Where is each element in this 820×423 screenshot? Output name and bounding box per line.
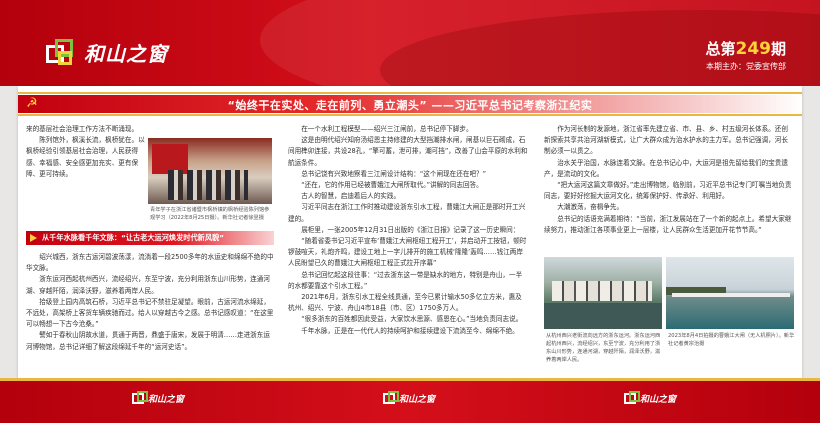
paragraph: “把大运河这篇文章做好。”走出博物馆，临别前，习近平总书记专门叮嘱当地负责同志，…	[544, 181, 792, 201]
photo-museum-visit	[148, 138, 272, 204]
paragraph: “随着省委书记习近平宣布‘曹娥江大闸枢纽工程开工’，并启动开工按钮，顿时锣鼓喧天…	[288, 237, 527, 268]
article-title-bar: ☭ “始终干在实处、走在前列、勇立潮头” ——习近平总书记考察浙江纪实	[18, 92, 802, 116]
logo-mark-icon	[46, 38, 76, 67]
paragraph: 总书记饶有兴致地察看三江闸设计结构：“这个闸现在还在吧？”	[301, 169, 487, 178]
paragraph: “很多浙东的百姓都因此受益，大家饮水思源、感恩在心。”当地负责同志说。	[301, 315, 523, 324]
paragraph: 大潮激荡，奋楫争先。	[557, 203, 624, 212]
paragraph: 习近平同志在浙江工作时推动建设浙东引水工程，曹娥江大闸正是那时开工兴建的。	[288, 203, 526, 223]
paragraph: 绍兴城西，浙东古运河碧波荡漾，流淌着一段2500多年的水运史和绵绵不绝的中华文脉…	[26, 253, 274, 273]
paragraph: 展柜里，一张2005年12月31日出版的《浙江日报》记录了这一历史瞬间：	[301, 225, 520, 234]
paragraph: 古人的智慧，启迪着后人的实践。	[301, 192, 401, 201]
issue-number-value: 249	[735, 39, 771, 59]
column-1-top: 来的基层社会治理工作方法不断涌现。 陈列馆外，枫溪长流，枫桥犹在。以枫桥经验引领…	[26, 124, 146, 180]
logo-text: 和山之窗	[84, 42, 168, 66]
article-title: “始终干在实处、走在前列、勇立潮头” ——习近平总书记考察浙江纪实	[227, 99, 593, 112]
paragraph: 拾级登上园内高筑石桥，习近平总书记不禁驻足凝望。眼前，古运河流水绵延，不远处，高…	[26, 297, 274, 329]
logo-mark-icon	[624, 391, 640, 404]
paragraph: 譬如于春秋山阴故水道，贯通于两晋，鼎盛于唐宋，发展于明清……走进浙东运河博物馆，…	[26, 331, 270, 351]
column-2: 在一个水利工程模型——绍兴三江闸前，总书记停下脚步。 这是由明代绍兴知府汤绍恩主…	[288, 124, 528, 337]
issue-number: 总第249期	[705, 39, 786, 59]
photo-caoe-river-dam	[666, 257, 794, 329]
logo-mark-icon	[132, 391, 148, 404]
footer-logo: 和山之窗	[383, 391, 435, 405]
issue-host: 本期主办：党委宣传部	[706, 62, 786, 71]
paragraph: 浙东运河西起杭州西兴，流经绍兴，东至宁波，充分利用浙东山川形势，连通河湖、穿越阡…	[26, 275, 270, 295]
column-1-bottom: 绍兴城西，浙东古运河碧波荡漾，流淌着一段2500多年的水运史和绵绵不绝的中华文脉…	[26, 252, 274, 353]
column-3: 作为河长制的发源地，浙江省率先建立省、市、县、乡、村五级河长体系。还创新探索共享…	[544, 124, 794, 236]
paragraph: 来的基层社会治理工作方法不断涌现。	[26, 125, 139, 133]
footer-logo: 和山之窗	[624, 391, 676, 405]
footer-logo: 和山之窗	[132, 391, 184, 405]
issue-info: 总第249期 本期主办：党委宣传部	[705, 38, 786, 72]
paragraph: 总书记回忆起这段往事：“过去浙东这一带是缺水的地方，特别是舟山，一半的水都要靠这…	[288, 270, 523, 290]
photo-canal-old-street	[544, 257, 662, 329]
site-logo[interactable]: 和山之窗	[46, 38, 168, 67]
triangle-bullet-icon	[30, 234, 37, 242]
header-band: 和山之窗 总第249期 本期主办：党委宣传部	[0, 0, 820, 86]
paragraph: “还在，它的作用已经被曹娥江大闸所取代。”讲解的同志回答。	[301, 181, 483, 190]
paragraph: 治水关乎治国，水脉连着文脉。在总书记心中，大运河是祖先留给我们的宝贵遗产，是流动…	[544, 158, 788, 178]
photo-caption: 2023年8月4日拍摄的曹娥江大闸（无人机照片）。新华社记者黄宗治摄	[668, 333, 795, 347]
paragraph: 千年水脉，正是在一代代人的持续呵护和接续建设下流淌至今、绵绵不绝。	[301, 326, 519, 335]
paragraph: 总书记的话语充满着期待：“当前，浙江发展站在了一个新的起点上。希望大家继续努力，…	[544, 214, 792, 234]
paragraph: 在一个水利工程模型——绍兴三江闸前，总书记停下脚步。	[301, 125, 473, 133]
article-board: ☭ “始终干在实处、走在前列、勇立潮头” ——习近平总书记考察浙江纪实 来的基层…	[18, 86, 802, 378]
paragraph: 作为河长制的发源地，浙江省率先建立省、市、县、乡、村五级河长体系。还创新探索共享…	[544, 125, 788, 156]
paragraph: 2021年6月，浙东引水工程全线贯通，至今已累计输水50多亿立方米，惠及杭州、绍…	[288, 293, 522, 313]
paragraph: 陈列馆外，枫溪长流，枫桥犹在。以枫桥经验引领基层社会治理，人民获得感、幸福感、安…	[26, 136, 145, 178]
section-subheading: 从千年水脉看千年文脉：“让古老大运河焕发时代新风貌”	[26, 231, 274, 245]
footer-band: 和山之窗 和山之窗 和山之窗	[0, 378, 820, 423]
section-subheading-text: 从千年水脉看千年文脉：“让古老大运河焕发时代新风貌”	[42, 233, 224, 242]
photo-caption: 青年学子在浙江省诸暨市枫桥镇的枫桥经验陈列馆参观学习（2022年8月25日摄）。…	[150, 207, 270, 221]
paragraph: 这是由明代绍兴知府汤绍恩主持修建的大型挡潮排水闸，闸基以巨石砌成，石间用榫卯连接…	[288, 136, 528, 167]
logo-mark-icon	[383, 391, 399, 404]
photo-caption: 从杭州西兴老街流向远方的浙东运河。浙东运河西起杭州西兴，流经绍兴，东至宁波，充分…	[546, 333, 661, 363]
